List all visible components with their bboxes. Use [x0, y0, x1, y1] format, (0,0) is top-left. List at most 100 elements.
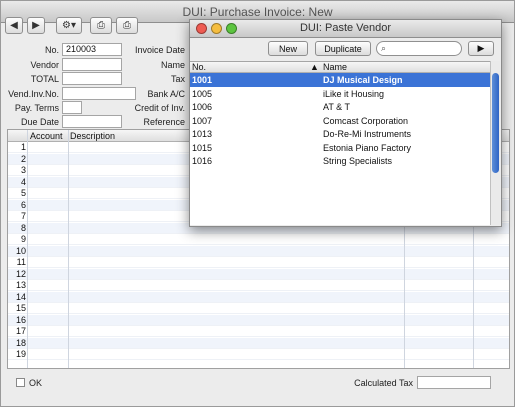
vendor-row[interactable]: 1006 AT & T [190, 100, 492, 114]
vendor-number: 1016 [192, 156, 213, 166]
vendor-row[interactable]: 1007 Comcast Corporation [190, 114, 492, 128]
vendor-field[interactable] [62, 58, 122, 71]
vendor-list[interactable]: No. ▲ Name 1001 DJ Musical Design 1005 iLik… [190, 61, 492, 225]
row-number: 9 [20, 234, 26, 244]
table-row[interactable]: 15 [8, 303, 509, 314]
calculated-tax-label: Calculated Tax [354, 378, 413, 388]
row-number: 7 [20, 211, 26, 221]
print-preview-icon: ⎙ [123, 20, 131, 31]
table-row[interactable]: 9 [8, 234, 509, 245]
ok-checkbox[interactable] [16, 378, 25, 387]
vend-inv-no-field[interactable] [62, 87, 136, 100]
row-number: 17 [15, 326, 26, 336]
vendor-number: 1015 [192, 142, 213, 153]
vendor-list-scrollbar[interactable] [490, 61, 500, 225]
total-label: TOTAL [30, 74, 59, 84]
table-row[interactable]: 12 [8, 268, 509, 280]
vendor-name: DJ Musical Design [323, 75, 403, 85]
table-row[interactable]: 19 [8, 349, 509, 360]
triangle-right-icon: ▶ [477, 43, 485, 53]
paste-window-title: DUI: Paste Vendor [299, 22, 392, 34]
due-date-field[interactable] [62, 115, 122, 128]
name-label: Name [160, 60, 185, 70]
go-button[interactable]: ▶ [468, 41, 494, 56]
vendor-name: Estonia Piano Factory [323, 142, 412, 153]
vendor-row[interactable]: 1013 Do-Re-Mi Instruments [190, 127, 492, 141]
vendor-number: 1005 [192, 88, 213, 99]
row-number: 2 [20, 153, 26, 164]
triangle-left-icon: ◀ [10, 20, 18, 31]
scrollbar-thumb[interactable] [492, 73, 499, 173]
search-input[interactable]: ⌕ [376, 41, 462, 56]
row-number: 15 [15, 303, 26, 313]
vendor-row[interactable]: 1015 Estonia Piano Factory [190, 141, 492, 155]
table-row[interactable]: 11 [8, 257, 509, 268]
vendor-number: 1001 [192, 75, 213, 85]
row-number: 11 [16, 257, 26, 267]
vend-inv-no-label: Vend.Inv.No. [8, 89, 59, 99]
table-row[interactable]: 13 [8, 280, 509, 291]
vendor-name: Comcast Corporation [323, 115, 409, 126]
tax-label: Tax [170, 74, 185, 84]
triangle-right-icon: ▶ [32, 20, 40, 31]
pay-terms-field[interactable] [62, 101, 82, 114]
table-row[interactable]: 18 [8, 337, 509, 349]
vendor-row[interactable]: 1001 DJ Musical Design [190, 73, 492, 87]
print-button[interactable]: ⎙ [90, 17, 112, 34]
vendor-row[interactable]: 1005 iLike it Housing [190, 87, 492, 101]
new-button[interactable]: New [268, 41, 308, 56]
row-number: 18 [15, 337, 26, 348]
row-number: 3 [20, 165, 26, 175]
bank-ac-label: Bank A/C [147, 89, 185, 99]
no-column-header[interactable]: No. [192, 62, 206, 72]
vendor-label: Vendor [30, 60, 59, 70]
row-number: 10 [15, 245, 26, 256]
duplicate-button[interactable]: Duplicate [315, 41, 371, 56]
vendor-rows: 1001 DJ Musical Design 1005 iLike it Housin… [190, 73, 492, 168]
vendor-number: 1013 [192, 129, 213, 139]
print-preview-button[interactable]: ⎙ [116, 17, 138, 34]
table-row[interactable]: 16 [8, 314, 509, 326]
sort-icon: ▲ [310, 62, 319, 72]
row-number: 5 [20, 188, 26, 198]
table-row[interactable]: 17 [8, 326, 509, 337]
vendor-list-header: No. ▲ Name [190, 62, 492, 73]
calculated-tax-field [417, 376, 491, 389]
paste-titlebar[interactable]: DUI: Paste Vendor [190, 20, 501, 38]
vendor-number: 1006 [192, 102, 213, 112]
operations-menu-button[interactable]: ⚙▾ [56, 17, 82, 34]
grid-divider [68, 130, 69, 368]
table-row[interactable]: 10 [8, 245, 509, 257]
table-row[interactable]: 14 [8, 291, 509, 303]
back-button[interactable]: ◀ [5, 17, 23, 34]
row-number: 6 [20, 199, 26, 210]
row-number: 8 [20, 222, 26, 233]
vendor-number: 1007 [192, 115, 213, 126]
reference-label: Reference [143, 117, 185, 127]
credit-of-inv-label: Credit of Inv. [134, 103, 185, 113]
vendor-name: String Specialists [323, 156, 393, 166]
row-number: 1 [20, 142, 26, 152]
search-icon: ⌕ [381, 43, 387, 53]
no-field[interactable]: 210003 [62, 43, 122, 56]
row-number: 19 [15, 349, 26, 359]
vendor-name: Do-Re-Mi Instruments [323, 129, 412, 139]
row-number: 16 [15, 314, 26, 325]
ok-label: OK [29, 378, 43, 388]
gear-icon: ⚙▾ [62, 20, 76, 31]
total-field [62, 72, 122, 85]
grid-divider [27, 130, 28, 368]
vendor-row[interactable]: 1016 String Specialists [190, 154, 492, 168]
vendor-name: iLike it Housing [323, 88, 385, 99]
row-number: 14 [15, 291, 26, 302]
description-column-header: Description [70, 131, 116, 141]
name-column-header[interactable]: Name [323, 62, 347, 72]
no-label: No. [44, 45, 59, 55]
paste-vendor-window: DUI: Paste Vendor New Duplicate ⌕ ▶ No. … [189, 19, 502, 227]
row-number: 13 [15, 280, 26, 290]
forward-button[interactable]: ▶ [27, 17, 45, 34]
print-icon: ⎙ [97, 20, 105, 31]
account-column-header: Account [30, 131, 63, 141]
vendor-name: AT & T [323, 102, 351, 112]
invoice-date-label: Invoice Date [134, 45, 185, 55]
